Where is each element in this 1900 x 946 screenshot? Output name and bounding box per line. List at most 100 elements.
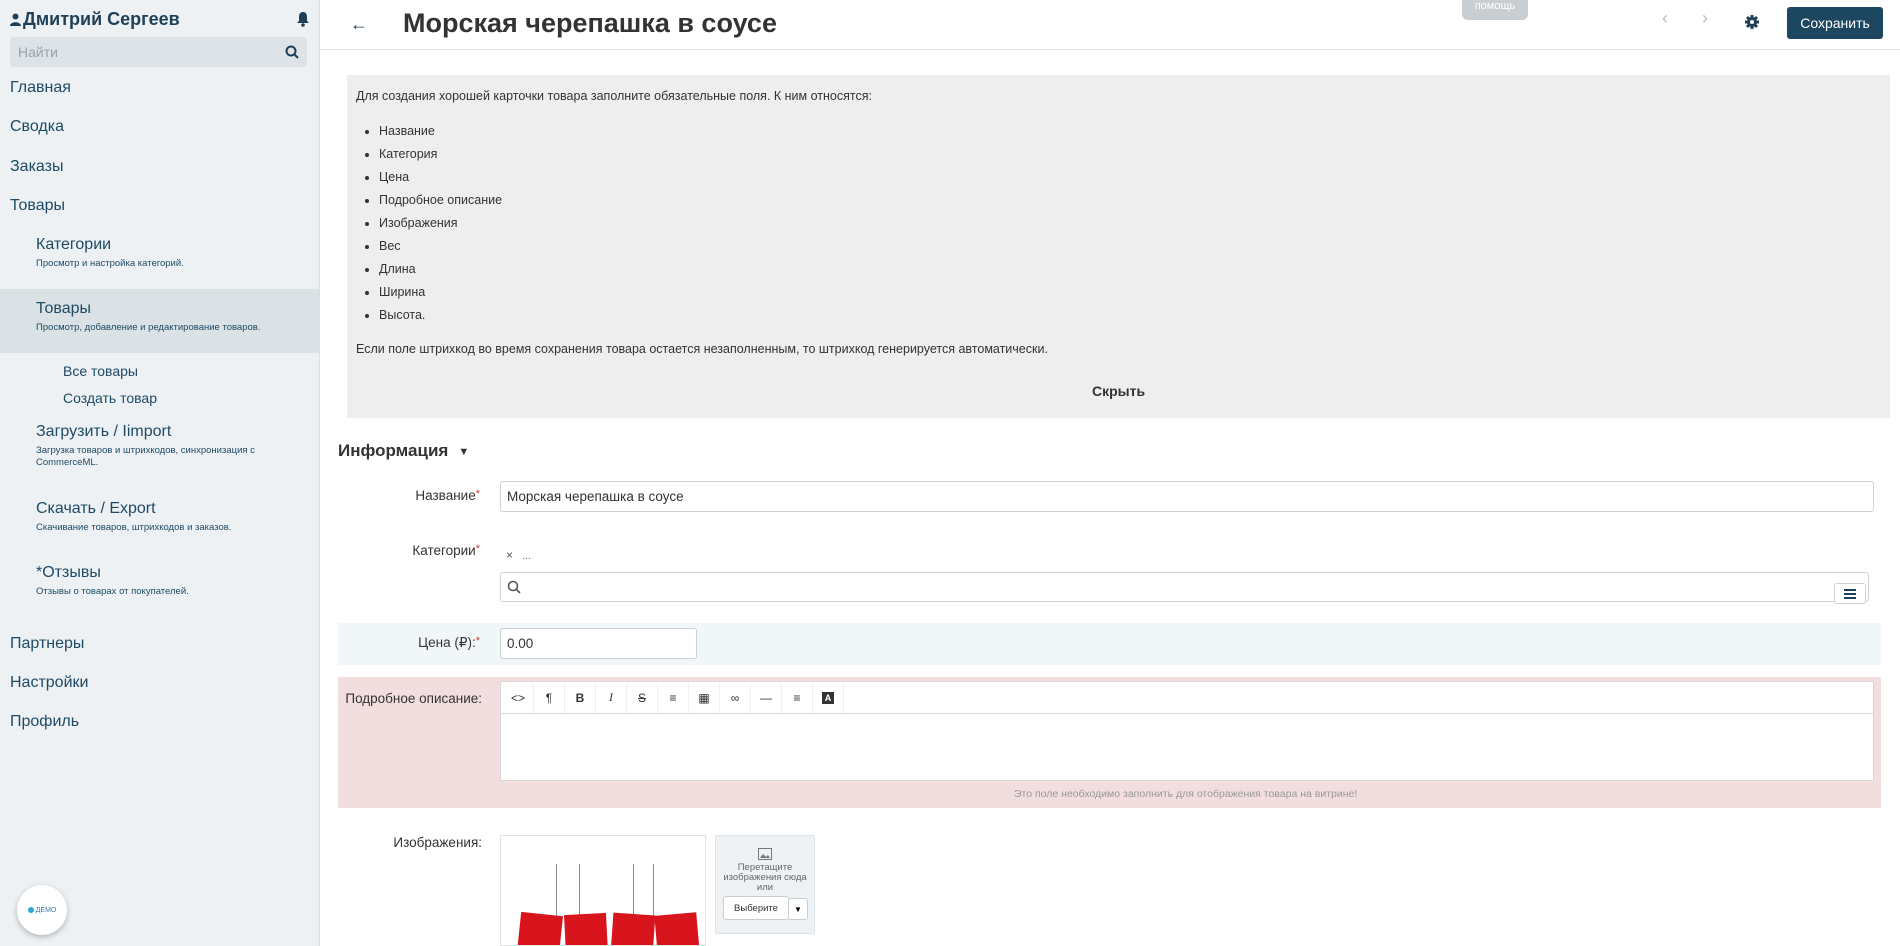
price-input[interactable]: 0.00 <box>500 628 697 659</box>
required-fields-list: Название Категория Цена Подробное описан… <box>379 122 502 329</box>
user-row: Дмитрий Сергеев <box>10 8 310 30</box>
search-input[interactable] <box>18 44 285 60</box>
sale-tag-shape <box>563 912 609 945</box>
editor-content[interactable] <box>501 714 1873 780</box>
nav-export-title: Скачать / Export <box>36 500 156 517</box>
nav-summary[interactable]: Сводка <box>10 118 64 136</box>
text-color-icon[interactable]: A <box>813 682 844 713</box>
demo-badge[interactable]: ДЕМО <box>17 885 67 935</box>
nav-products-sub[interactable]: Товары Просмотр, добавление и редактиров… <box>36 300 276 334</box>
sidebar-search <box>10 37 307 67</box>
nav-categories-desc: Просмотр и настройка категорий. <box>36 258 184 269</box>
nav-reviews-desc: Отзывы о товарах от покупателей. <box>36 586 189 597</box>
list-item: Длина <box>379 260 502 283</box>
image-dropzone[interactable]: Перетащите изображения сюда или Выберите… <box>715 835 815 934</box>
help-info-box: Для создания хорошей карточки товара зап… <box>347 75 1890 418</box>
categories-label: Категории* <box>380 543 480 558</box>
hide-button[interactable]: Скрыть <box>1092 383 1145 399</box>
nav-create-product[interactable]: Создать товар <box>63 390 157 406</box>
bullet-list-icon[interactable]: ≡ <box>658 682 689 713</box>
align-icon[interactable]: ≡ <box>782 682 813 713</box>
italic-icon[interactable]: I <box>596 682 627 713</box>
price-label-text: Цена (₽): <box>418 635 476 650</box>
prev-icon[interactable]: ‹ <box>1662 8 1668 29</box>
category-list-button[interactable] <box>1834 583 1866 604</box>
nav-orders[interactable]: Заказы <box>10 158 63 176</box>
nav-products-sub-desc: Просмотр, добавление и редактирование то… <box>36 322 261 333</box>
string-shape <box>579 864 580 916</box>
page-header: ← Морская черепашка в соусе помощь ‹ › С… <box>320 0 1900 50</box>
nav-categories-title: Категории <box>36 236 112 253</box>
list-item: Категория <box>379 145 502 168</box>
menu-icon <box>1844 588 1856 599</box>
list-item: Высота. <box>379 306 502 329</box>
image-icon <box>758 848 772 860</box>
list-item: Подробное описание <box>379 191 502 214</box>
dropzone-text: Перетащите изображения сюда или <box>723 862 807 893</box>
list-item: Изображения <box>379 214 502 237</box>
bell-icon[interactable] <box>296 11 310 27</box>
nav-home[interactable]: Главная <box>10 79 71 97</box>
user-name: Дмитрий Сергеев <box>23 8 180 29</box>
nav-reviews[interactable]: *Отзывы Отзывы о товарах от покупателей. <box>36 564 276 598</box>
horizontal-rule-icon[interactable]: — <box>751 682 782 713</box>
product-image[interactable] <box>500 835 706 946</box>
sidebar: Дмитрий Сергеев Главная Сводка Заказы То… <box>0 0 320 946</box>
code-icon[interactable]: <> <box>503 682 534 713</box>
category-search-input[interactable] <box>500 572 1869 602</box>
page-title: Морская черепашка в соусе <box>403 8 777 38</box>
paragraph-icon[interactable]: ¶ <box>534 682 565 713</box>
required-mark: * <box>475 543 480 555</box>
name-label: Название* <box>380 488 480 503</box>
name-label-text: Название <box>415 488 476 503</box>
list-item: Цена <box>379 168 502 191</box>
nav-all-products[interactable]: Все товары <box>63 363 138 379</box>
remove-category-icon[interactable]: × <box>506 548 513 562</box>
price-label: Цена (₽):* <box>380 635 480 651</box>
table-icon[interactable]: ▦ <box>689 682 720 713</box>
choose-file-button[interactable]: Выберите <box>723 896 789 920</box>
sale-tag-shape <box>654 912 700 945</box>
string-shape <box>556 864 557 916</box>
description-label: Подробное описание: <box>345 691 482 706</box>
name-input[interactable]: Морская черепашка в соусе <box>500 481 1874 512</box>
back-arrow-icon[interactable]: ← <box>350 14 368 35</box>
demo-label: ДЕМО <box>35 906 57 914</box>
caret-down-icon: ▼ <box>458 445 470 458</box>
nav-import-title: Загрузить / Iimport <box>36 423 172 440</box>
save-button[interactable]: Сохранить <box>1787 7 1883 39</box>
next-icon[interactable]: › <box>1702 8 1708 29</box>
nav-export-desc: Скачивание товаров, штрихкодов и заказов… <box>36 522 232 533</box>
list-item: Ширина <box>379 283 502 306</box>
bold-icon[interactable]: B <box>565 682 596 713</box>
nav-import[interactable]: Загрузить / Iimport Загрузка товаров и ш… <box>36 423 276 469</box>
categories-label-text: Категории <box>412 543 476 558</box>
required-mark: * <box>475 635 480 647</box>
list-item: Вес <box>379 237 502 260</box>
nav-products-sub-title: Товары <box>36 300 92 317</box>
user-menu[interactable]: Дмитрий Сергеев <box>10 9 180 30</box>
nav-profile[interactable]: Профиль <box>10 713 79 731</box>
required-mark: * <box>475 488 480 500</box>
link-icon[interactable]: ∞ <box>720 682 751 713</box>
demo-dot-icon <box>27 907 34 913</box>
nav-export[interactable]: Скачать / Export Скачивание товаров, штр… <box>36 500 276 534</box>
search-icon[interactable] <box>285 45 299 59</box>
chevron-down-icon[interactable]: ▼ <box>788 898 808 920</box>
barcode-note: Если поле штрихкод во время сохранения т… <box>356 342 1048 356</box>
nav-settings[interactable]: Настройки <box>10 674 88 692</box>
nav-import-desc: Загрузка товаров и штрихкодов, синхрониз… <box>36 445 255 468</box>
gear-icon[interactable] <box>1744 14 1760 30</box>
nav-partners[interactable]: Партнеры <box>10 635 84 653</box>
description-editor[interactable]: <> ¶ B I S ≡ ▦ ∞ — ≡ A <box>500 681 1874 781</box>
category-chip[interactable]: × ... <box>506 548 531 562</box>
help-tab[interactable]: помощь <box>1462 0 1528 20</box>
section-title[interactable]: Информация ▼ <box>338 441 469 461</box>
strikethrough-icon[interactable]: S <box>627 682 658 713</box>
list-item: Название <box>379 122 502 145</box>
nav-products[interactable]: Товары <box>10 197 65 215</box>
sale-tag-shape <box>517 911 563 945</box>
description-hint: Это поле необходимо заполнить для отобра… <box>1014 788 1358 800</box>
nav-reviews-title: *Отзывы <box>36 564 101 581</box>
nav-categories[interactable]: Категории Просмотр и настройка категорий… <box>36 236 276 270</box>
